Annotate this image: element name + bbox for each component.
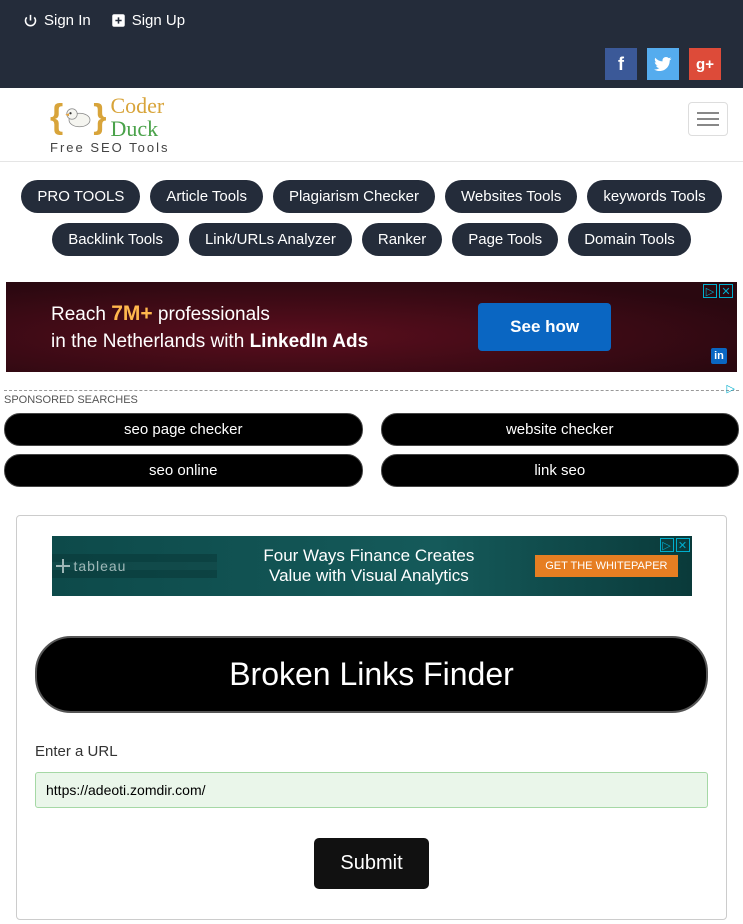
ad-controls: ▷ ✕ [660, 538, 690, 552]
nav-page-tools[interactable]: Page Tools [452, 223, 558, 256]
url-input[interactable] [35, 772, 708, 808]
nav-plagiarism-checker[interactable]: Plagiarism Checker [273, 180, 435, 213]
nav-websites-tools[interactable]: Websites Tools [445, 180, 577, 213]
ad2-left-graphic: tableau [52, 554, 217, 578]
ad1-cta-button[interactable]: See how [478, 303, 611, 351]
twitter-icon[interactable] [647, 48, 679, 80]
hamburger-icon [697, 112, 719, 114]
nav-pills: PRO TOOLS Article Tools Plagiarism Check… [0, 162, 743, 276]
tool-panel: ▷ ✕ tableau Four Ways Finance Creates Va… [16, 515, 727, 920]
sponsored-item[interactable]: seo page checker [4, 413, 363, 446]
adchoices-icon[interactable]: ▷ [660, 538, 674, 552]
logo[interactable]: { } Coder Duck Free SEO Tools [50, 94, 170, 155]
tool-title: Broken Links Finder [55, 656, 688, 693]
adchoices-icon[interactable]: ▷ [703, 284, 717, 298]
googleplus-icon[interactable]: g+ [689, 48, 721, 80]
ad2-headline: Four Ways Finance Creates Value with Vis… [217, 546, 522, 587]
logo-line1: Coder [110, 94, 164, 117]
nav-pro-tools[interactable]: PRO TOOLS [21, 180, 140, 213]
plus-square-icon [111, 13, 126, 28]
nav-article-tools[interactable]: Article Tools [150, 180, 263, 213]
nav-ranker[interactable]: Ranker [362, 223, 442, 256]
brace-left-icon: { [50, 98, 63, 137]
brace-right-icon: } [93, 98, 106, 137]
nav-link-urls-analyzer[interactable]: Link/URLs Analyzer [189, 223, 352, 256]
top-bar: Sign In Sign Up f g+ [0, 0, 743, 88]
social-row: f g+ [605, 48, 721, 80]
ad-close-icon[interactable]: ✕ [676, 538, 690, 552]
nav-domain-tools[interactable]: Domain Tools [568, 223, 691, 256]
ad-banner-linkedin[interactable]: ▷ ✕ Reach 7M+ professionals in the Nethe… [6, 282, 737, 372]
ad-controls: ▷ ✕ [703, 284, 733, 298]
logo-bar: { } Coder Duck Free SEO Tools [0, 88, 743, 162]
submit-button[interactable]: Submit [314, 838, 428, 889]
adchoices-icon[interactable]: ▷ [727, 382, 735, 395]
ad-close-icon[interactable]: ✕ [719, 284, 733, 298]
nav-keywords-tools[interactable]: keywords Tools [587, 180, 721, 213]
sponsored-searches: SPONSORED SEARCHES ▷ seo page checker we… [4, 390, 739, 487]
logo-line2: Duck [110, 117, 164, 140]
signin-link[interactable]: Sign In [23, 12, 91, 29]
logo-tagline: Free SEO Tools [50, 140, 170, 155]
tool-title-bar: Broken Links Finder [35, 636, 708, 713]
sponsored-item[interactable]: website checker [381, 413, 740, 446]
ad1-text: Reach 7M+ professionals in the Netherlan… [51, 299, 368, 355]
linkedin-icon: in [711, 348, 727, 364]
signin-label: Sign In [44, 12, 91, 29]
sponsored-item[interactable]: link seo [381, 454, 740, 487]
power-icon [23, 13, 38, 28]
facebook-icon[interactable]: f [605, 48, 637, 80]
ad-banner-tableau[interactable]: ▷ ✕ tableau Four Ways Finance Creates Va… [52, 536, 692, 596]
duck-icon [63, 105, 93, 129]
nav-backlink-tools[interactable]: Backlink Tools [52, 223, 179, 256]
signup-link[interactable]: Sign Up [111, 12, 185, 29]
ad2-cta-button[interactable]: GET THE WHITEPAPER [535, 555, 677, 577]
sponsored-label: SPONSORED SEARCHES [4, 394, 144, 406]
url-input-label: Enter a URL [35, 743, 708, 760]
auth-links: Sign In Sign Up [15, 10, 728, 31]
menu-toggle[interactable] [688, 102, 728, 136]
sponsored-item[interactable]: seo online [4, 454, 363, 487]
signup-label: Sign Up [132, 12, 185, 29]
tableau-mark-icon [56, 559, 70, 573]
